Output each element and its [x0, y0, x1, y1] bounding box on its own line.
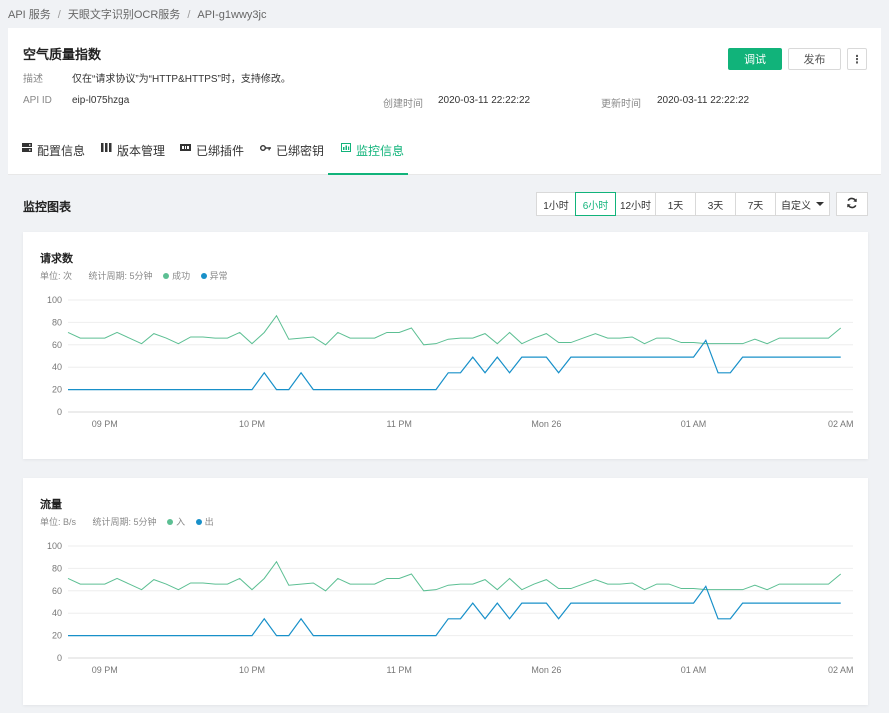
- tab-bar: 配置信息 版本管理 已绑插件 已绑密钥 监控信息: [8, 120, 881, 175]
- refresh-button[interactable]: [836, 192, 868, 216]
- tab-config[interactable]: 配置信息: [22, 142, 85, 175]
- y-tick-label: 0: [57, 407, 62, 417]
- range-7d-button[interactable]: 7天: [735, 192, 776, 216]
- time-range-selector: 1小时 6小时 12小时 1天 3天 7天 自定义: [536, 192, 830, 216]
- tab-label: 已绑插件: [196, 144, 245, 158]
- traffic-chart-card: 流量 单位: B/s 统计周期: 5分钟 入 出 0 20 40 60 80 100 09 …: [23, 478, 868, 705]
- created-time-label: 创建时间: [383, 99, 423, 110]
- x-tick-label: 02 AM: [828, 665, 854, 675]
- publish-button[interactable]: 发布: [788, 48, 841, 70]
- y-tick-label: 40: [52, 608, 62, 618]
- tab-keys[interactable]: 已绑密钥: [260, 142, 324, 175]
- x-tick-label: 01 AM: [681, 419, 707, 429]
- requests-line-chart: 0 20 40 60 80 100 09 PM 10 PM 11 PM Mon 26 01 AM 02…: [47, 295, 854, 429]
- desc-value: 仅在“请求协议”为“HTTP&HTTPS”时，支持修改。: [72, 74, 291, 85]
- tab-plugins[interactable]: 已绑插件: [180, 142, 244, 175]
- api-header-card: 空气质量指数 描述 仅在“请求协议”为“HTTP&HTTPS”时，支持修改。 A…: [8, 28, 881, 120]
- y-tick-label: 80: [52, 317, 62, 327]
- monitor-section-title: 监控图表: [23, 200, 72, 214]
- plugin-icon: [180, 142, 191, 156]
- y-tick-label: 20: [52, 385, 62, 395]
- y-tick-label: 40: [52, 362, 62, 372]
- series-line-a: [67, 314, 842, 346]
- series-line-a: [67, 560, 842, 592]
- x-tick-label: 11 PM: [387, 419, 412, 429]
- requests-chart-card: 请求数 单位: 次 统计周期: 5分钟 成功 异常 0 20 40 60 80 100 09…: [23, 232, 868, 459]
- series-line-b: [68, 339, 841, 391]
- page-title: 空气质量指数: [23, 47, 102, 62]
- range-1d-button[interactable]: 1天: [655, 192, 696, 216]
- more-actions-button[interactable]: ⋮: [847, 48, 867, 70]
- breadcrumb-item-service[interactable]: 天眼文字识别OCR服务: [68, 9, 180, 21]
- tab-label: 配置信息: [37, 144, 86, 158]
- custom-range-dropdown[interactable]: 自定义: [775, 192, 830, 216]
- x-tick-label: 10 PM: [239, 665, 265, 675]
- y-tick-label: 60: [52, 340, 62, 350]
- tab-label: 已绑密钥: [276, 144, 325, 158]
- y-tick-label: 60: [52, 586, 62, 596]
- x-tick-label: 02 AM: [828, 419, 854, 429]
- breadcrumb-item-api-service[interactable]: API 服务: [8, 9, 51, 21]
- traffic-line-chart: 0 20 40 60 80 100 09 PM 10 PM 11 PM Mon 26 01 AM 02…: [47, 541, 854, 675]
- api-id-value: eip-l075hzga: [72, 95, 130, 106]
- y-tick-label: 20: [52, 631, 62, 641]
- y-tick-label: 0: [57, 653, 62, 663]
- key-icon: [260, 142, 271, 156]
- x-tick-label: 09 PM: [92, 665, 118, 675]
- desc-label: 描述: [23, 74, 43, 85]
- series-line-b: [68, 585, 841, 637]
- x-tick-label: Mon 26: [531, 419, 561, 429]
- y-tick-label: 100: [47, 295, 62, 305]
- range-3d-button[interactable]: 3天: [695, 192, 736, 216]
- updated-time-value: 2020-03-11 22:22:22: [657, 95, 750, 106]
- breadcrumb-separator: /: [57, 9, 61, 21]
- tab-label: 监控信息: [356, 144, 405, 158]
- tab-version[interactable]: 版本管理: [101, 142, 165, 175]
- x-tick-label: Mon 26: [531, 665, 561, 675]
- x-tick-label: 10 PM: [239, 419, 265, 429]
- debug-button[interactable]: 调试: [728, 48, 782, 70]
- breadcrumb-separator: /: [187, 9, 191, 21]
- x-tick-label: 11 PM: [387, 665, 412, 675]
- range-1h-button[interactable]: 1小时: [536, 192, 576, 216]
- updated-time-label: 更新时间: [601, 99, 641, 110]
- breadcrumb-item-api: API-g1wwy3jc: [197, 9, 267, 21]
- created-time-value: 2020-03-11 22:22:22: [438, 95, 531, 106]
- y-tick-label: 80: [52, 563, 62, 573]
- y-tick-label: 100: [47, 541, 62, 551]
- tab-monitor[interactable]: 监控信息: [328, 142, 408, 175]
- range-6h-button[interactable]: 6小时: [575, 192, 616, 216]
- refresh-icon: [846, 197, 858, 212]
- breadcrumb: API 服务 / 天眼文字识别OCR服务 / API-g1wwy3jc: [8, 6, 266, 22]
- monitor-icon: [341, 142, 351, 156]
- version-icon: [101, 142, 112, 156]
- x-tick-label: 01 AM: [681, 665, 707, 675]
- custom-range-label: 自定义: [781, 200, 811, 212]
- caret-down-icon: [816, 202, 824, 206]
- x-tick-label: 09 PM: [92, 419, 118, 429]
- server-icon: [22, 142, 32, 156]
- tab-label: 版本管理: [117, 144, 166, 158]
- range-12h-button[interactable]: 12小时: [615, 192, 656, 216]
- api-id-label: API ID: [23, 95, 52, 106]
